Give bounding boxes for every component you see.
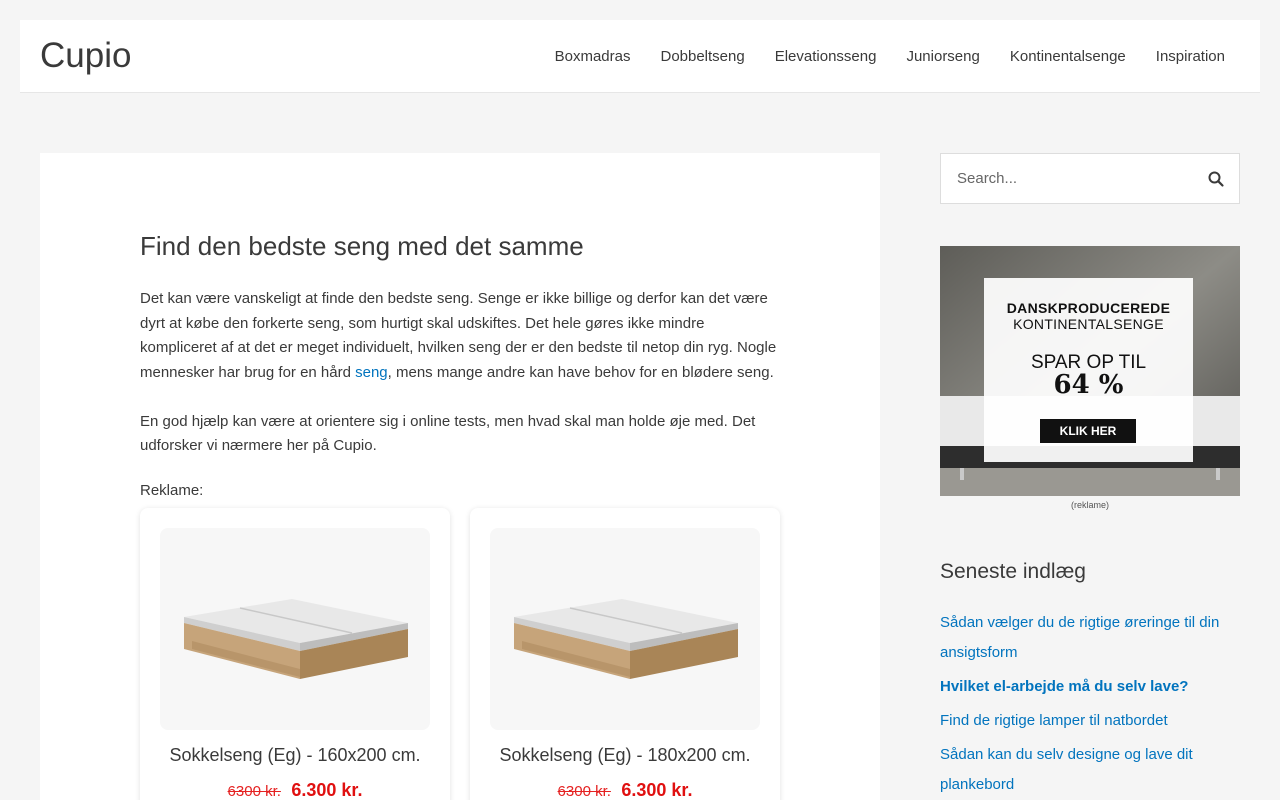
article: Find den bedste seng med det samme Det k… [140,231,780,499]
ad-headline: DANSKPRODUCEREDE [1006,300,1171,316]
product-price: 6300 kr. 6.300 kr. [470,780,780,800]
product-title[interactable]: Sokkelseng (Eg) - 180x200 cm. [470,745,780,766]
ad-caption: (reklame) [1070,500,1109,510]
bed-icon [184,599,408,679]
old-price: 6300 kr. [557,783,611,800]
new-price: 6.300 kr. [291,780,363,800]
search-form [940,153,1240,204]
seng-link[interactable]: seng [355,364,388,381]
product-card[interactable]: Sokkelseng (Eg) - 180x200 cm. 6300 kr. 6… [470,508,780,800]
ad-banner[interactable]: DANSKPRODUCEREDE KONTINENTALSENGE SPAR O… [940,246,1240,496]
nav-item-juniorseng[interactable]: Juniorseng [891,48,994,65]
recent-post-link[interactable]: Find de rigtige lamper til natbordet [940,712,1168,729]
list-item: Hvilket el-arbejde må du selv lave? [940,672,1240,702]
nav-item-kontinentalsenge[interactable]: Kontinentalsenge [995,48,1141,65]
site-logo[interactable]: Cupio [40,36,131,76]
nav-item-inspiration[interactable]: Inspiration [1141,48,1240,65]
article-paragraph-1: Det kan være vanskeligt at finde den bed… [140,287,780,385]
main-nav: Boxmadras Dobbeltseng Elevationsseng Jun… [540,20,1240,92]
product-price: 6300 kr. 6.300 kr. [140,780,450,800]
list-item: Sådan kan du selv designe og lave dit pl… [940,740,1240,800]
search-input[interactable] [941,154,1201,203]
product-list: Sokkelseng (Eg) - 160x200 cm. 6300 kr. 6… [140,508,780,800]
nav-item-dobbeltseng[interactable]: Dobbeltseng [645,48,759,65]
recent-post-link[interactable]: Sådan vælger du de rigtige øreringe til … [940,614,1219,661]
nav-item-boxmadras[interactable]: Boxmadras [540,48,646,65]
recent-post-link[interactable]: Sådan kan du selv designe og lave dit pl… [940,746,1193,793]
ad-cta-button[interactable]: KLIK HER [1040,419,1136,443]
article-title: Find den bedste seng med det samme [140,231,584,261]
main-content: Find den bedste seng med det samme Det k… [40,153,880,800]
bed-icon [514,599,738,679]
ad-discount: 64 % [1053,370,1124,400]
recent-post-link[interactable]: Hvilket el-arbejde må du selv lave? [940,678,1188,695]
recent-posts-title: Seneste indlæg [940,560,1086,583]
list-item: Find de rigtige lamper til natbordet [940,706,1240,736]
site-header: Cupio Boxmadras Dobbeltseng Elevationsse… [20,20,1260,93]
paragraph-text: , mens mange andre kan have behov for en… [387,363,774,381]
reklame-label: Reklame: [140,481,204,499]
old-price: 6300 kr. [227,783,281,800]
article-paragraph-2: En god hjælp kan være at orientere sig i… [140,412,756,455]
product-card[interactable]: Sokkelseng (Eg) - 160x200 cm. 6300 kr. 6… [140,508,450,800]
ad-subheadline: KONTINENTALSENGE [1013,316,1164,332]
product-title[interactable]: Sokkelseng (Eg) - 160x200 cm. [140,745,450,766]
ad-message-box: DANSKPRODUCEREDE KONTINENTALSENGE SPAR O… [984,278,1193,462]
new-price: 6.300 kr. [621,780,693,800]
recent-posts-list: Sådan vælger du de rigtige øreringe til … [940,608,1240,800]
product-image[interactable] [490,528,760,730]
nav-item-elevationsseng[interactable]: Elevationsseng [760,48,892,65]
sidebar: DANSKPRODUCEREDE KONTINENTALSENGE SPAR O… [940,153,1240,793]
product-image[interactable] [160,528,430,730]
search-icon[interactable] [1207,170,1225,188]
list-item: Sådan vælger du de rigtige øreringe til … [940,608,1240,668]
